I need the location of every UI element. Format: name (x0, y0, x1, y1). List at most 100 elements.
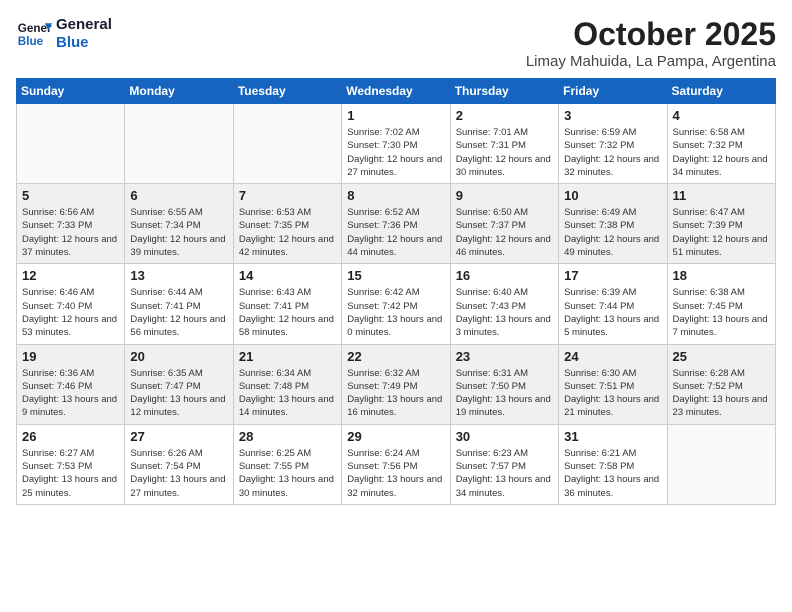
day-info: Sunrise: 6:53 AMSunset: 7:35 PMDaylight:… (239, 206, 336, 259)
calendar-cell: 11Sunrise: 6:47 AMSunset: 7:39 PMDayligh… (667, 184, 775, 264)
calendar-week-4: 19 Sunrise: 6:36 AMSunset: 7:46 PMDayligh… (17, 344, 776, 424)
day-info: Sunrise: 6:24 AMSunset: 7:56 PMDaylight:… (347, 447, 444, 500)
calendar-cell: 15 Sunrise: 6:42 AMSunset: 7:42 PMDayligh… (342, 264, 450, 344)
calendar-week-2: 5 Sunrise: 6:56 AMSunset: 7:33 PMDaylight… (17, 184, 776, 264)
day-number: 22 (347, 349, 444, 364)
day-number: 8 (347, 188, 444, 203)
calendar-cell: 20 Sunrise: 6:35 AMSunset: 7:47 PMDayligh… (125, 344, 233, 424)
day-number: 10 (564, 188, 661, 203)
day-number: 2 (456, 108, 553, 123)
calendar-week-5: 26 Sunrise: 6:27 AMSunset: 7:53 PMDayligh… (17, 424, 776, 504)
day-number: 17 (564, 268, 661, 283)
day-number: 20 (130, 349, 227, 364)
day-info: Sunrise: 6:23 AMSunset: 7:57 PMDaylight:… (456, 447, 553, 500)
calendar-cell: 10 Sunrise: 6:49 AMSunset: 7:38 PMDayligh… (559, 184, 667, 264)
calendar-cell: 21 Sunrise: 6:34 AMSunset: 7:48 PMDayligh… (233, 344, 341, 424)
page-header: General Blue General Blue October 2025 L… (16, 16, 776, 70)
weekday-header-wednesday: Wednesday (342, 79, 450, 104)
calendar-week-1: 1 Sunrise: 7:02 AMSunset: 7:30 PMDaylight… (17, 104, 776, 184)
weekday-header-tuesday: Tuesday (233, 79, 341, 104)
calendar-cell: 29 Sunrise: 6:24 AMSunset: 7:56 PMDayligh… (342, 424, 450, 504)
calendar-cell: 26 Sunrise: 6:27 AMSunset: 7:53 PMDayligh… (17, 424, 125, 504)
day-number: 16 (456, 268, 553, 283)
day-number: 7 (239, 188, 336, 203)
calendar-cell: 2 Sunrise: 7:01 AMSunset: 7:31 PMDaylight… (450, 104, 558, 184)
day-number: 29 (347, 429, 444, 444)
day-number: 30 (456, 429, 553, 444)
day-number: 21 (239, 349, 336, 364)
logo-icon: General Blue (16, 16, 52, 52)
calendar-cell: 25 Sunrise: 6:28 AMSunset: 7:52 PMDayligh… (667, 344, 775, 424)
calendar-cell: 30 Sunrise: 6:23 AMSunset: 7:57 PMDayligh… (450, 424, 558, 504)
calendar-cell: 16 Sunrise: 6:40 AMSunset: 7:43 PMDayligh… (450, 264, 558, 344)
day-number: 28 (239, 429, 336, 444)
day-info: Sunrise: 6:28 AMSunset: 7:52 PMDaylight:… (673, 367, 770, 420)
day-info: Sunrise: 6:46 AMSunset: 7:40 PMDaylight:… (22, 286, 119, 339)
calendar-cell: 19 Sunrise: 6:36 AMSunset: 7:46 PMDayligh… (17, 344, 125, 424)
calendar-cell: 27 Sunrise: 6:26 AMSunset: 7:54 PMDayligh… (125, 424, 233, 504)
calendar-cell: 31Sunrise: 6:21 AMSunset: 7:58 PMDayligh… (559, 424, 667, 504)
day-info: Sunrise: 6:38 AMSunset: 7:45 PMDaylight:… (673, 286, 770, 339)
location: Limay Mahuida, La Pampa, Argentina (526, 53, 776, 70)
day-info: Sunrise: 6:50 AMSunset: 7:37 PMDaylight:… (456, 206, 553, 259)
day-info: Sunrise: 6:35 AMSunset: 7:47 PMDaylight:… (130, 367, 227, 420)
day-info: Sunrise: 6:40 AMSunset: 7:43 PMDaylight:… (456, 286, 553, 339)
logo-text: General (56, 16, 112, 34)
day-info: Sunrise: 6:36 AMSunset: 7:46 PMDaylight:… (22, 367, 119, 420)
day-number: 6 (130, 188, 227, 203)
calendar-cell: 17 Sunrise: 6:39 AMSunset: 7:44 PMDayligh… (559, 264, 667, 344)
day-info: Sunrise: 6:26 AMSunset: 7:54 PMDaylight:… (130, 447, 227, 500)
calendar-cell (125, 104, 233, 184)
day-number: 25 (673, 349, 770, 364)
day-info: Sunrise: 6:42 AMSunset: 7:42 PMDaylight:… (347, 286, 444, 339)
weekday-header-sunday: Sunday (17, 79, 125, 104)
weekday-header-row: SundayMondayTuesdayWednesdayThursdayFrid… (17, 79, 776, 104)
day-number: 4 (673, 108, 770, 123)
day-number: 26 (22, 429, 119, 444)
calendar-cell: 22Sunrise: 6:32 AMSunset: 7:49 PMDayligh… (342, 344, 450, 424)
day-number: 12 (22, 268, 119, 283)
logo-blue: Blue (56, 34, 112, 52)
day-number: 15 (347, 268, 444, 283)
day-number: 1 (347, 108, 444, 123)
day-number: 5 (22, 188, 119, 203)
day-number: 19 (22, 349, 119, 364)
calendar-cell: 18 Sunrise: 6:38 AMSunset: 7:45 PMDayligh… (667, 264, 775, 344)
svg-text:Blue: Blue (18, 35, 44, 48)
calendar-cell: 6Sunrise: 6:55 AMSunset: 7:34 PMDaylight… (125, 184, 233, 264)
day-number: 11 (673, 188, 770, 203)
calendar-cell: 24Sunrise: 6:30 AMSunset: 7:51 PMDayligh… (559, 344, 667, 424)
title-block: October 2025 Limay Mahuida, La Pampa, Ar… (526, 16, 776, 70)
calendar-cell: 14Sunrise: 6:43 AMSunset: 7:41 PMDayligh… (233, 264, 341, 344)
day-info: Sunrise: 6:34 AMSunset: 7:48 PMDaylight:… (239, 367, 336, 420)
day-info: Sunrise: 6:49 AMSunset: 7:38 PMDaylight:… (564, 206, 661, 259)
calendar-cell: 8 Sunrise: 6:52 AMSunset: 7:36 PMDaylight… (342, 184, 450, 264)
weekday-header-friday: Friday (559, 79, 667, 104)
day-number: 27 (130, 429, 227, 444)
day-info: Sunrise: 6:52 AMSunset: 7:36 PMDaylight:… (347, 206, 444, 259)
day-info: Sunrise: 6:44 AMSunset: 7:41 PMDaylight:… (130, 286, 227, 339)
day-info: Sunrise: 7:01 AMSunset: 7:31 PMDaylight:… (456, 126, 553, 179)
calendar-cell: 3Sunrise: 6:59 AMSunset: 7:32 PMDaylight… (559, 104, 667, 184)
calendar-cell (233, 104, 341, 184)
day-info: Sunrise: 6:25 AMSunset: 7:55 PMDaylight:… (239, 447, 336, 500)
calendar-cell: 1 Sunrise: 7:02 AMSunset: 7:30 PMDaylight… (342, 104, 450, 184)
day-number: 3 (564, 108, 661, 123)
day-number: 18 (673, 268, 770, 283)
calendar-cell: 13Sunrise: 6:44 AMSunset: 7:41 PMDayligh… (125, 264, 233, 344)
month-title: October 2025 (526, 16, 776, 53)
calendar-cell: 5 Sunrise: 6:56 AMSunset: 7:33 PMDaylight… (17, 184, 125, 264)
day-info: Sunrise: 7:02 AMSunset: 7:30 PMDaylight:… (347, 126, 444, 179)
day-info: Sunrise: 6:56 AMSunset: 7:33 PMDaylight:… (22, 206, 119, 259)
calendar-cell (17, 104, 125, 184)
day-info: Sunrise: 6:58 AMSunset: 7:32 PMDaylight:… (673, 126, 770, 179)
calendar-cell (667, 424, 775, 504)
day-number: 23 (456, 349, 553, 364)
day-info: Sunrise: 6:27 AMSunset: 7:53 PMDaylight:… (22, 447, 119, 500)
calendar-cell: 23Sunrise: 6:31 AMSunset: 7:50 PMDayligh… (450, 344, 558, 424)
calendar-cell: 7 Sunrise: 6:53 AMSunset: 7:35 PMDaylight… (233, 184, 341, 264)
calendar-cell: 9Sunrise: 6:50 AMSunset: 7:37 PMDaylight… (450, 184, 558, 264)
weekday-header-saturday: Saturday (667, 79, 775, 104)
day-info: Sunrise: 6:21 AMSunset: 7:58 PMDaylight:… (564, 447, 661, 500)
day-info: Sunrise: 6:39 AMSunset: 7:44 PMDaylight:… (564, 286, 661, 339)
